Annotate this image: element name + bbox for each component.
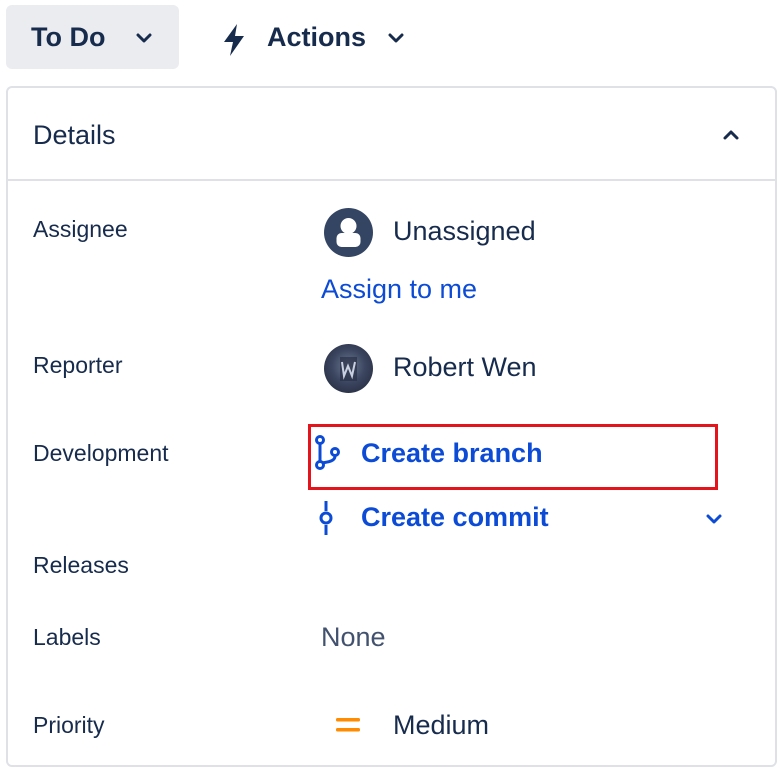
labels-label: Labels (33, 624, 101, 650)
lightning-bolt-icon (220, 22, 248, 63)
details-title: Details (33, 120, 116, 150)
development-label: Development (33, 440, 169, 466)
assignee-value[interactable]: Unassigned (393, 216, 536, 247)
labels-value[interactable]: None (321, 622, 386, 653)
chevron-down-icon (136, 31, 152, 49)
git-commit-icon (316, 500, 336, 541)
status-dropdown-button[interactable]: To Do (6, 5, 179, 69)
priority-label: Priority (33, 712, 105, 738)
releases-label: Releases (33, 552, 129, 578)
priority-medium-icon (334, 714, 362, 741)
highlight-box (308, 424, 718, 490)
actions-dropdown-button[interactable]: Actions (212, 5, 417, 69)
avatar (324, 344, 373, 393)
default-user-avatar-icon (324, 208, 373, 257)
actions-label: Actions (267, 22, 367, 52)
assignee-label: Assignee (33, 216, 128, 242)
status-label: To Do (31, 21, 106, 52)
issue-toolbar: To Do Actions (0, 0, 780, 76)
chevron-down-icon (388, 31, 404, 49)
details-header[interactable]: Details (8, 88, 775, 181)
chevron-down-icon[interactable] (705, 512, 723, 530)
chevron-up-icon[interactable] (722, 128, 740, 146)
create-commit-link[interactable]: Create commit (361, 502, 549, 533)
assign-to-me-link[interactable]: Assign to me (321, 274, 477, 305)
reporter-value[interactable]: Robert Wen (393, 352, 537, 383)
reporter-label: Reporter (33, 352, 123, 378)
priority-value[interactable]: Medium (393, 710, 489, 741)
